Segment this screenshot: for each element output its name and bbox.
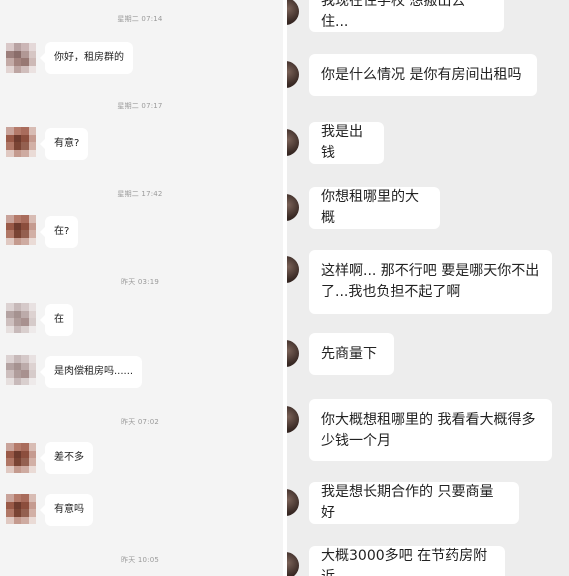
right-chat-panel: 我现在住学校 想搬出去住... 你是什么情况 是你有房间出租吗 我是出钱 你想租… [287, 0, 569, 576]
message-bubble[interactable]: 有意吗 [40, 494, 93, 526]
avatar[interactable] [287, 129, 299, 156]
message-bubble[interactable]: 在? [39, 216, 79, 248]
message-bubble[interactable]: 我现在住学校 想搬出去住... [309, 0, 504, 32]
message-bubble[interactable]: 你大概想租哪里的 我看看大概得多少钱一个月 [309, 399, 552, 461]
message-bubble[interactable]: 你想租哪里的大概 [309, 187, 440, 229]
left-chat-panel: 星期二 07:14 你好，租房群的 星期二 07:17 有意? 星期二 17:4… [0, 0, 283, 576]
message-bubble[interactable]: 有意? [39, 128, 89, 160]
timestamp: 昨天 07:02 [121, 418, 159, 426]
avatar[interactable] [6, 215, 36, 245]
message-bubble[interactable]: 这样啊... 那不行吧 要是哪天你不出了...我也负担不起了啊 [309, 250, 552, 314]
avatar[interactable] [6, 127, 36, 157]
avatar[interactable] [287, 0, 299, 25]
message-bubble[interactable]: 你好，租房群的 [40, 42, 133, 74]
message-bubble[interactable]: 先商量下 [309, 333, 394, 375]
message-bubble[interactable]: 大概3000多吧 在节药房附近 [309, 546, 505, 576]
message-bubble[interactable]: 是肉偿租房吗...... [39, 356, 143, 388]
avatar[interactable] [6, 43, 36, 73]
message-bubble[interactable]: 你是什么情况 是你有房间出租吗 [309, 54, 537, 96]
timestamp: 昨天 10:05 [121, 556, 159, 564]
avatar[interactable] [287, 406, 299, 433]
avatar[interactable] [6, 494, 36, 524]
message-bubble[interactable]: 差不多 [40, 442, 93, 474]
message-bubble[interactable]: 我是想长期合作的 只要商量好 [309, 482, 519, 524]
timestamp: 星期二 17:42 [117, 190, 163, 198]
message-bubble[interactable]: 在 [40, 304, 73, 336]
avatar[interactable] [287, 256, 299, 283]
message-bubble[interactable]: 我是出钱 [309, 122, 384, 164]
avatar[interactable] [287, 194, 299, 221]
timestamp: 星期二 07:17 [117, 102, 163, 110]
avatar[interactable] [287, 340, 299, 367]
avatar[interactable] [6, 443, 36, 473]
avatar[interactable] [287, 489, 299, 516]
avatar[interactable] [287, 552, 299, 576]
avatar[interactable] [6, 355, 36, 385]
timestamp: 昨天 03:19 [121, 278, 159, 286]
avatar[interactable] [287, 61, 299, 88]
avatar[interactable] [6, 303, 36, 333]
timestamp: 星期二 07:14 [117, 15, 163, 23]
